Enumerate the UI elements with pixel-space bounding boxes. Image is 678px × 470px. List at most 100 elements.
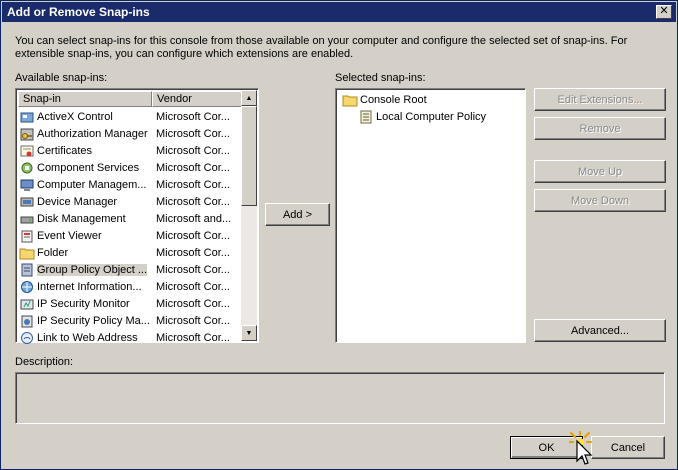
snapin-name: IP Security Monitor <box>37 297 130 310</box>
mouse-pointer-icon <box>569 431 593 465</box>
remove-button[interactable]: Remove <box>534 117 666 140</box>
list-item[interactable]: Component Services Microsoft Cor... <box>18 159 240 176</box>
snapin-vendor: Microsoft Cor... <box>156 110 230 123</box>
add-button[interactable]: Add > <box>265 203 330 226</box>
tree-item-label: Local Computer Policy <box>376 111 487 123</box>
snapin-name-cell: Group Policy Object ... <box>18 262 154 277</box>
event-icon <box>19 228 35 243</box>
selected-snapins-label: Selected snap-ins: <box>335 72 426 84</box>
list-header: Snap-in Vendor <box>18 91 242 107</box>
list-item[interactable]: Internet Information... Microsoft Cor... <box>18 278 240 295</box>
snapin-name-cell: Event Viewer <box>18 228 154 243</box>
move-down-button[interactable]: Move Down <box>534 189 666 212</box>
snapin-name: Link to Web Address <box>37 331 138 344</box>
description-label: Description: <box>15 356 74 368</box>
dialog-title: Add or Remove Snap-ins <box>7 5 150 19</box>
iis-icon <box>19 279 35 294</box>
available-snapins-label: Available snap-ins: <box>15 72 108 84</box>
snapin-vendor: Microsoft Cor... <box>156 178 230 191</box>
folder-icon <box>342 93 358 108</box>
selected-snapins-tree[interactable]: Console Root Local Computer Policy <box>335 88 526 343</box>
list-item[interactable]: Event Viewer Microsoft Cor... <box>18 227 240 244</box>
snapin-vendor: Microsoft Cor... <box>156 161 230 174</box>
list-item[interactable]: Computer Managem... Microsoft Cor... <box>18 176 240 193</box>
snapin-name: Authorization Manager <box>37 127 148 140</box>
snapin-name-cell: ActiveX Control <box>18 109 154 124</box>
activex-icon <box>19 109 35 124</box>
snapin-name: Component Services <box>37 161 140 174</box>
ipsec-icon <box>19 296 35 311</box>
snapin-name: ActiveX Control <box>37 110 113 123</box>
scroll-down-button[interactable]: ▼ <box>241 325 257 341</box>
snapin-vendor: Microsoft Cor... <box>156 297 230 310</box>
component-icon <box>19 160 35 175</box>
list-item[interactable]: Authorization Manager Microsoft Cor... <box>18 125 240 142</box>
column-header-vendor[interactable]: Vendor <box>152 91 242 107</box>
list-item[interactable]: Folder Microsoft Cor... <box>18 244 240 261</box>
snapin-vendor: Microsoft Cor... <box>156 229 230 242</box>
snapin-name: IP Security Policy Ma... <box>37 314 150 327</box>
list-item[interactable]: ActiveX Control Microsoft Cor... <box>18 108 240 125</box>
snapin-name-cell: Folder <box>18 245 154 260</box>
snapin-vendor: Microsoft Cor... <box>156 246 230 259</box>
snapin-name-cell: Component Services <box>18 160 154 175</box>
snapin-vendor: Microsoft and... <box>156 212 232 225</box>
tree-item-label: Console Root <box>360 94 427 106</box>
snapin-name: Event Viewer <box>37 229 102 242</box>
available-snapins-list[interactable]: Snap-in Vendor ActiveX Control Microsoft … <box>15 88 259 346</box>
move-up-button[interactable]: Move Up <box>534 160 666 183</box>
intro-text: You can select snap-ins for this console… <box>15 35 628 60</box>
snapin-vendor: Microsoft Cor... <box>156 195 230 208</box>
snapin-vendor: Microsoft Cor... <box>156 144 230 157</box>
snapin-name: Disk Management <box>37 212 126 225</box>
snapin-name: Device Manager <box>37 195 118 208</box>
snapin-name-cell: Computer Managem... <box>18 177 154 192</box>
snapin-name-cell: IP Security Monitor <box>18 296 154 311</box>
scroll-thumb[interactable] <box>241 106 257 206</box>
snapin-name: Computer Managem... <box>37 178 147 191</box>
tree-item-local-computer-policy[interactable]: Local Computer Policy <box>357 109 486 125</box>
list-item[interactable]: Certificates Microsoft Cor... <box>18 142 240 159</box>
snapin-vendor: Microsoft Cor... <box>156 280 230 293</box>
authorization-icon <box>19 126 35 141</box>
list-item[interactable]: IP Security Policy Ma... Microsoft Cor... <box>18 312 240 329</box>
snapin-vendor: Microsoft Cor... <box>156 127 230 140</box>
list-item[interactable]: Group Policy Object ... Microsoft Cor... <box>18 261 240 278</box>
ipsec-policy-icon <box>19 313 35 328</box>
tree-item-console-root[interactable]: Console Root <box>341 92 427 108</box>
policy-icon <box>358 110 374 125</box>
column-header-snapin[interactable]: Snap-in <box>18 91 152 107</box>
policy-icon <box>19 262 35 277</box>
cancel-button[interactable]: Cancel <box>591 436 665 459</box>
snapin-name-cell: Device Manager <box>18 194 154 209</box>
link-icon <box>19 330 35 345</box>
device-icon <box>19 194 35 209</box>
computer-icon <box>19 177 35 192</box>
title-bar: Add or Remove Snap-ins ✕ <box>2 2 676 22</box>
snapin-name-cell: Certificates <box>18 143 154 158</box>
snapin-vendor: Microsoft Cor... <box>156 314 230 327</box>
description-box <box>15 372 665 424</box>
snapin-rows: ActiveX Control Microsoft Cor... Authoriza… <box>18 108 240 346</box>
disk-icon <box>19 211 35 226</box>
list-item[interactable]: IP Security Monitor Microsoft Cor... <box>18 295 240 312</box>
snapin-name: Folder <box>37 246 69 259</box>
snapin-vendor: Microsoft Cor... <box>156 331 230 344</box>
vertical-scrollbar[interactable]: ▲ ▼ <box>241 90 257 341</box>
scroll-up-button[interactable]: ▲ <box>241 90 257 106</box>
snapin-name-cell: Internet Information... <box>18 279 154 294</box>
snapin-name: Group Policy Object ... <box>37 263 148 276</box>
certificate-icon <box>19 143 35 158</box>
snapin-name-cell: Link to Web Address <box>18 330 154 345</box>
list-item[interactable]: Disk Management Microsoft and... <box>18 210 240 227</box>
snapin-name-cell: Authorization Manager <box>18 126 154 141</box>
snapin-name: Internet Information... <box>37 280 142 293</box>
snapin-name-cell: IP Security Policy Ma... <box>18 313 154 328</box>
add-remove-snapins-dialog: Add or Remove Snap-ins ✕ You can select … <box>0 0 678 470</box>
edit-extensions-button[interactable]: Edit Extensions... <box>534 88 666 111</box>
list-item[interactable]: Link to Web Address Microsoft Cor... <box>18 329 240 346</box>
close-icon[interactable]: ✕ <box>656 5 672 19</box>
snapin-name: Certificates <box>37 144 93 157</box>
advanced-button[interactable]: Advanced... <box>534 319 666 342</box>
list-item[interactable]: Device Manager Microsoft Cor... <box>18 193 240 210</box>
